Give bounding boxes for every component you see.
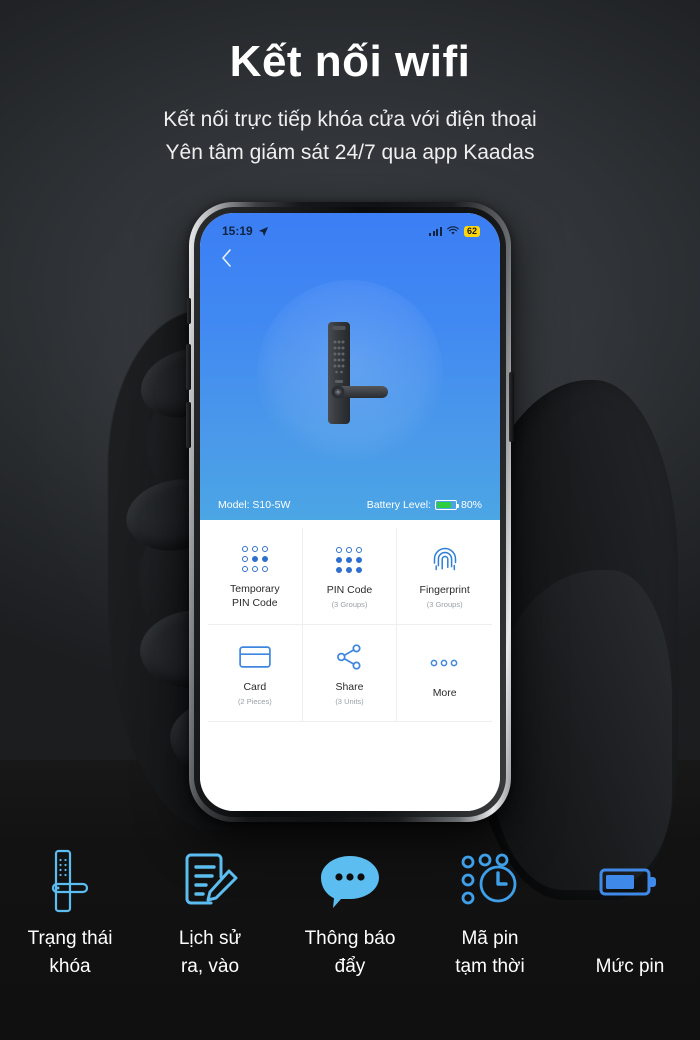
feature-strip: Trạng thái khóa Lịch sử ra, vào Thông bá…: [0, 845, 700, 1040]
headings-block: Kết nối wifi Kết nối trực tiếp khóa cửa …: [0, 0, 700, 169]
smart-door-lock-image: [328, 322, 388, 424]
volume-down-button[interactable]: [186, 402, 191, 448]
grid-item-pin-code[interactable]: PIN Code (3 Groups): [302, 528, 398, 625]
feature-label-line1: Lịch sử: [178, 928, 242, 949]
grid-item-more[interactable]: More: [397, 625, 492, 722]
share-icon: [335, 640, 363, 674]
battery-percent: 80%: [460, 499, 482, 511]
grid-sublabel: (3 Units): [335, 696, 364, 706]
grid-label: Share: [335, 681, 364, 694]
grid-item-share[interactable]: Share (3 Units): [302, 625, 398, 722]
grid-label: Fingerprint: [419, 584, 470, 597]
chat-bubble-icon: [315, 845, 385, 917]
grid-item-card[interactable]: Card (2 Pieces): [208, 625, 303, 722]
device-info-bar: Model: S10-5W Battery Level: 80%: [200, 490, 500, 520]
feature-push-notification[interactable]: Thông báo đẩy: [280, 845, 420, 980]
battery-icon: [598, 845, 662, 917]
feature-temporary-pin[interactable]: Mã pin tạm thời: [420, 845, 560, 980]
cellular-signal-icon: [429, 226, 442, 236]
location-arrow-icon: [258, 226, 268, 236]
subtitle-line-1: Kết nối trực tiếp khóa cửa với điện thoạ…: [163, 108, 537, 132]
battery-fill: [436, 502, 452, 508]
feature-battery-level[interactable]: Mức pin: [560, 845, 700, 981]
page-title: Kết nối wifi: [229, 37, 471, 86]
keypad-dots-icon: [241, 542, 268, 576]
page-subtitle: Kết nối trực tiếp khóa cửa với điện thoạ…: [0, 104, 700, 169]
grid-item-temporary-pin-code[interactable]: Temporary PIN Code: [208, 528, 303, 625]
volume-up-button[interactable]: [186, 344, 191, 390]
device-battery-level: Battery Level: 80%: [367, 499, 482, 511]
grid-label: More: [432, 686, 457, 699]
status-bar-right: 62: [429, 225, 480, 237]
app-body: Temporary PIN Code PIN Code (3 Groups) F…: [200, 520, 500, 811]
phone-screen: 15:19 62 Model: S10-5W Battery Level: 80…: [200, 213, 500, 811]
grid-sublabel: (3 Groups): [331, 599, 368, 609]
feature-grid: Temporary PIN Code PIN Code (3 Groups) F…: [208, 528, 492, 722]
feature-label-line2: đẩy: [334, 955, 366, 977]
feature-label-line2: khóa: [49, 955, 91, 977]
battery-level-label: Battery Level:: [366, 499, 431, 511]
fingerprint-icon: [430, 543, 460, 577]
back-button[interactable]: [200, 238, 500, 273]
grid-item-fingerprint[interactable]: Fingerprint (3 Groups): [397, 528, 492, 625]
feature-label-line1: Thông báo: [304, 928, 396, 949]
grid-sublabel: (2 Pieces): [237, 696, 272, 706]
device-model-label: Model: S10-5W: [218, 499, 291, 511]
subtitle-line-2: Yên tâm giám sát 24/7 qua app Kaadas: [165, 140, 535, 164]
grid-label: Card: [243, 681, 267, 694]
feature-label-line2: ra, vào: [180, 955, 240, 977]
grid-label: PIN Code: [326, 584, 373, 597]
grid-label-line1: Temporary: [230, 583, 280, 596]
door-lock-icon: [41, 845, 99, 917]
status-time: 15:19: [222, 224, 253, 238]
chevron-left-icon: [222, 249, 231, 267]
history-log-icon: [179, 845, 241, 917]
temp-pin-clock-icon: [455, 845, 525, 917]
app-header: 15:19 62 Model: S10-5W Battery Level: 80…: [200, 213, 500, 520]
phone-bezel: 15:19 62 Model: S10-5W Battery Level: 80…: [194, 207, 506, 817]
grid-label-line2: PIN Code: [232, 596, 278, 609]
feature-label-line1: Mã pin: [461, 928, 519, 949]
lock-image-stage: [200, 273, 500, 473]
status-bar: 15:19 62: [200, 213, 500, 238]
feature-access-history[interactable]: Lịch sử ra, vào: [140, 845, 280, 980]
feature-label-line2: tạm thời: [455, 955, 525, 977]
phone-device: 15:19 62 Model: S10-5W Battery Level: 80…: [186, 202, 514, 822]
more-dots-icon: [429, 646, 461, 680]
grid-sublabel: (3 Groups): [426, 599, 463, 609]
card-icon: [239, 640, 271, 674]
power-button[interactable]: [509, 372, 514, 442]
status-bar-left: 15:19: [222, 224, 269, 238]
status-battery-badge: 62: [463, 225, 480, 237]
mute-switch[interactable]: [187, 298, 191, 324]
thumb-highlight: [492, 570, 672, 890]
feature-label-line1: Trạng thái: [27, 928, 113, 949]
feature-lock-status[interactable]: Trạng thái khóa: [0, 845, 140, 980]
keypad-dots-icon: [336, 543, 363, 577]
feature-label-line1: Mức pin: [595, 956, 665, 977]
wifi-icon: [447, 226, 459, 235]
battery-icon: [434, 500, 460, 510]
